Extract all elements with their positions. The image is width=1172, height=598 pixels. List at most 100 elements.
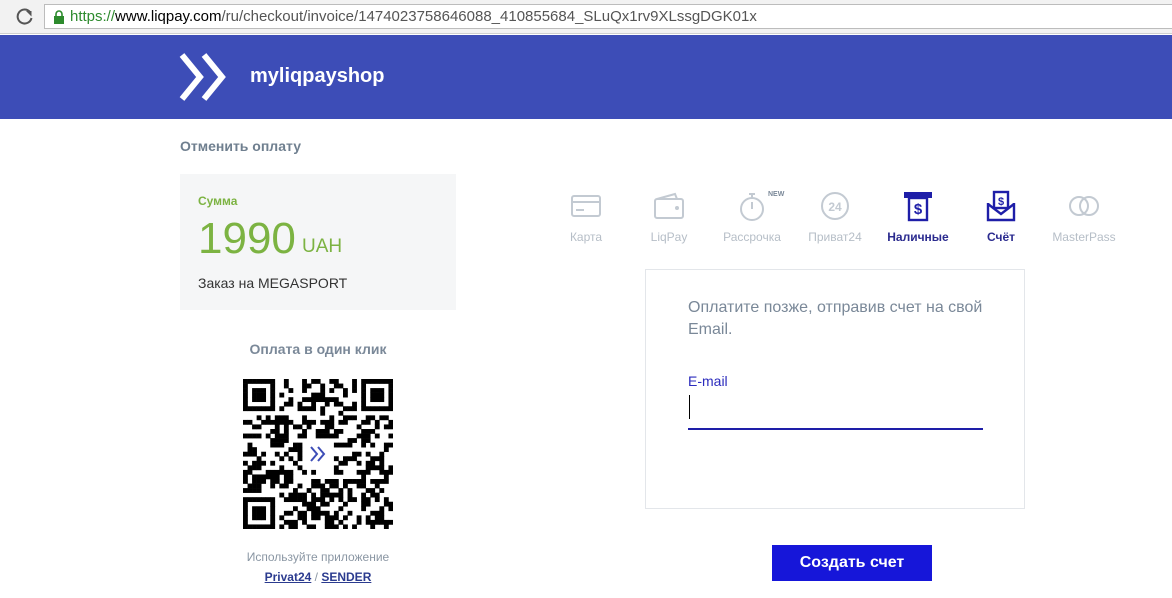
qr-module xyxy=(361,419,367,425)
qr-module xyxy=(343,501,348,507)
qr-module xyxy=(361,379,367,384)
method-installments[interactable]: NEW Рассрочка xyxy=(710,186,794,250)
qr-module xyxy=(374,388,380,393)
qr-module xyxy=(365,429,371,434)
qr-module xyxy=(329,379,335,384)
qr-module xyxy=(293,488,298,493)
qr-module xyxy=(329,483,335,489)
qr-module xyxy=(370,492,376,498)
qr-module xyxy=(293,442,298,448)
qr-module xyxy=(243,401,248,407)
method-invoice[interactable]: $ Счёт xyxy=(959,186,1043,250)
qr-module xyxy=(311,524,317,529)
stopwatch-icon xyxy=(740,193,764,221)
qr-module xyxy=(270,397,276,403)
qr-module xyxy=(247,379,253,384)
qr-module xyxy=(343,406,348,412)
qr-module xyxy=(343,415,348,421)
qr-module xyxy=(261,419,267,425)
amount-value: 1990 xyxy=(198,214,296,263)
qr-module xyxy=(265,524,271,529)
qr-module xyxy=(356,483,362,489)
qr-module xyxy=(252,474,257,480)
qr-module xyxy=(243,379,248,384)
qr-module xyxy=(283,424,289,430)
qr-module xyxy=(356,519,362,525)
qr-module xyxy=(311,506,317,512)
qr-module xyxy=(302,419,307,425)
qr-module xyxy=(288,510,294,516)
qr-module xyxy=(283,510,289,516)
qr-module xyxy=(352,383,357,389)
qr-module xyxy=(320,501,326,507)
qr-module xyxy=(274,433,280,439)
qr-module xyxy=(374,419,380,425)
qr-module xyxy=(247,419,253,425)
reload-icon[interactable] xyxy=(16,8,34,26)
qr-module xyxy=(361,406,367,412)
qr-module xyxy=(265,406,271,412)
qr-module xyxy=(338,460,344,466)
qr-module xyxy=(347,497,353,503)
email-input[interactable] xyxy=(688,392,983,430)
invoice-panel: Оплатите позже, отправив счет на свой Em… xyxy=(645,269,1025,509)
qr-module xyxy=(352,451,357,457)
address-bar[interactable]: https://www.liqpay.com/ru/checkout/invoi… xyxy=(44,4,1172,29)
qr-module xyxy=(356,451,362,457)
qr-module xyxy=(333,401,339,407)
qr-module xyxy=(333,442,339,448)
qr-module xyxy=(252,424,257,430)
method-masterpass[interactable]: MasterPass xyxy=(1042,186,1126,250)
liqpay-logo-icon[interactable] xyxy=(178,53,234,101)
qr-module xyxy=(288,388,294,393)
qr-module xyxy=(315,392,321,398)
qr-module xyxy=(361,388,367,393)
app-hint: Используйте приложение xyxy=(246,550,390,564)
qr-module xyxy=(315,479,321,484)
qr-module xyxy=(270,460,276,466)
qr-module xyxy=(297,465,303,471)
qr-module xyxy=(338,469,344,475)
cancel-payment-link[interactable]: Отменить оплату xyxy=(180,138,301,154)
qr-module xyxy=(343,479,348,484)
qr-module xyxy=(247,447,253,453)
qr-module xyxy=(252,406,257,412)
qr-module xyxy=(383,524,389,529)
qr-module xyxy=(352,388,357,393)
qr-module xyxy=(365,451,371,457)
qr-module xyxy=(352,438,357,443)
qr-module xyxy=(338,429,344,434)
qr-module xyxy=(370,388,376,393)
create-invoice-button[interactable]: Создать счет xyxy=(772,545,932,581)
qr-module xyxy=(365,515,371,521)
qr-module xyxy=(261,479,267,484)
sender-link[interactable]: SENDER xyxy=(321,570,371,584)
qr-module xyxy=(283,433,289,439)
qr-module xyxy=(261,524,267,529)
qr-module xyxy=(243,488,248,493)
qr-module xyxy=(302,383,307,389)
masterpass-icon xyxy=(1069,196,1099,216)
invoice-envelope-icon: $ xyxy=(986,190,1016,222)
qr-module xyxy=(243,510,248,516)
qr-module xyxy=(243,397,248,403)
qr-module xyxy=(252,497,257,503)
privat24-link[interactable]: Privat24 xyxy=(265,570,312,584)
qr-module xyxy=(338,497,344,503)
qr-module xyxy=(315,379,321,384)
qr-module xyxy=(356,424,362,430)
qr-module xyxy=(311,406,317,412)
qr-module xyxy=(333,456,339,462)
qr-module xyxy=(374,397,380,403)
method-privat24[interactable]: 24 Приват24 xyxy=(793,186,877,250)
method-liqpay[interactable]: LiqPay xyxy=(627,186,711,250)
method-cash[interactable]: $ Наличные xyxy=(876,186,960,250)
qr-module xyxy=(356,433,362,439)
qr-module xyxy=(343,483,348,489)
qr-module xyxy=(329,492,335,498)
qr-module xyxy=(379,519,385,525)
method-card[interactable]: Карта xyxy=(544,186,628,250)
qr-module xyxy=(315,497,321,503)
qr-module xyxy=(374,483,380,489)
qr-module xyxy=(306,397,312,403)
